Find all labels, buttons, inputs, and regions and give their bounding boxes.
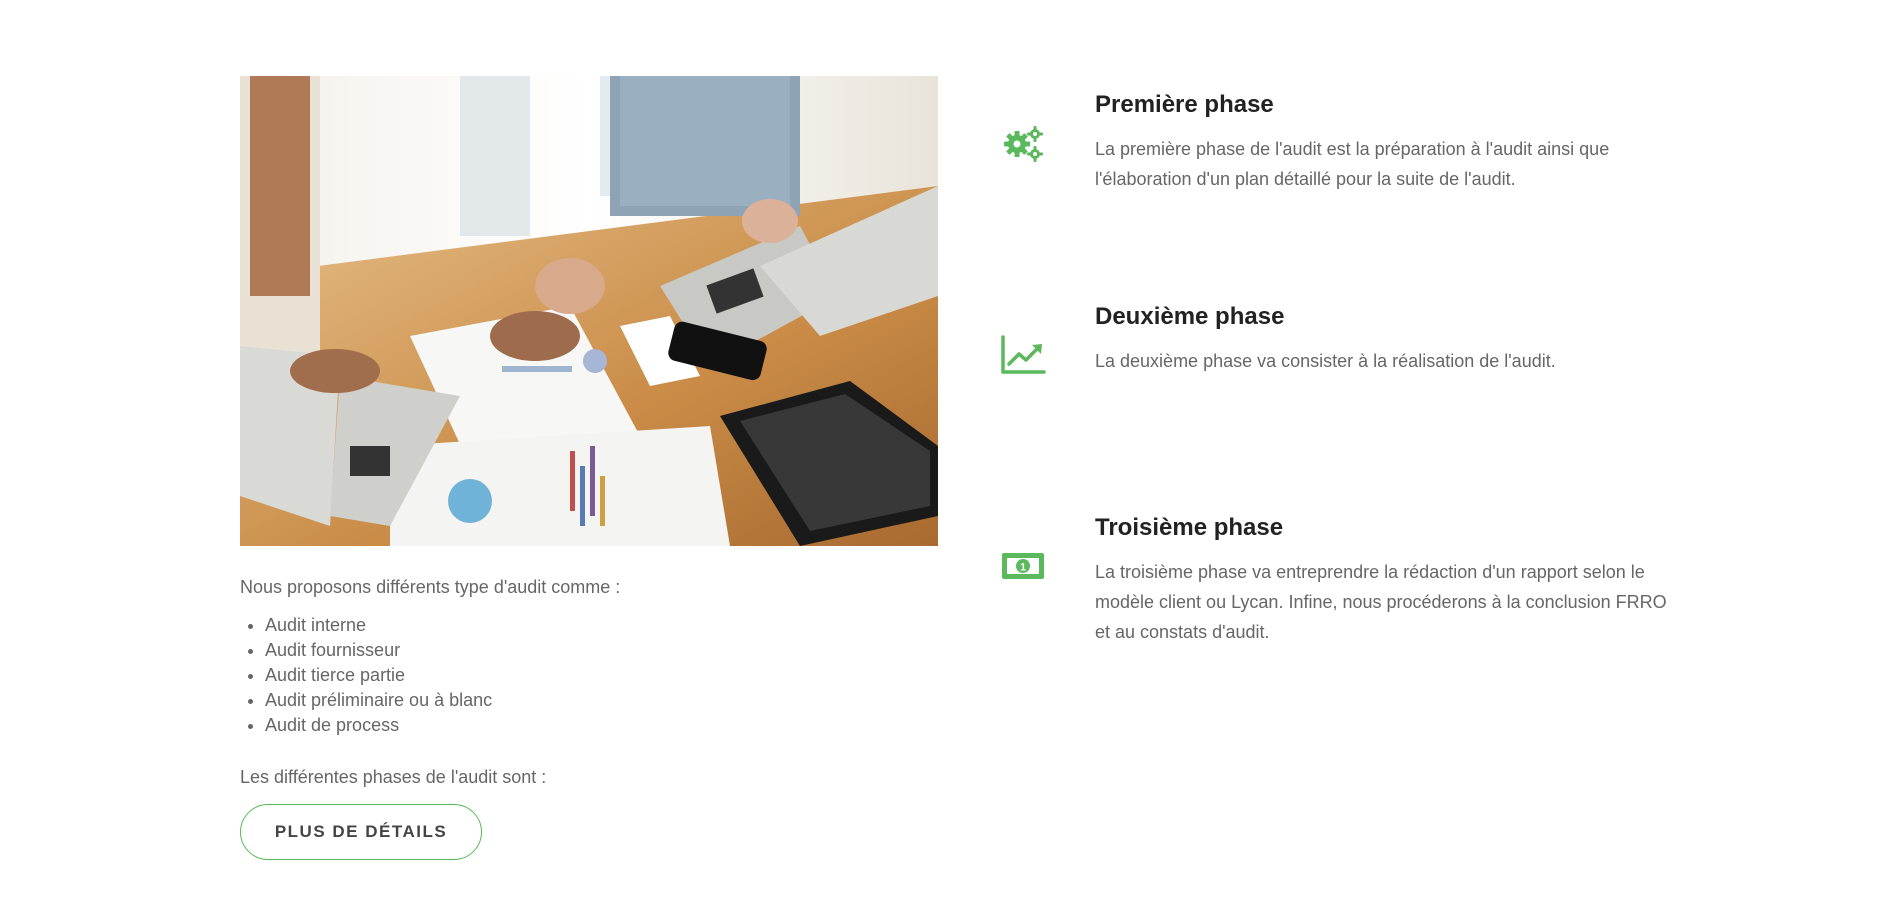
phase-3-description: La troisième phase va entreprendre la ré… [1095, 562, 1667, 642]
list-item: Audit préliminaire ou à blanc [265, 688, 492, 713]
phase-2-description: La deuxième phase va consister à la réal… [1095, 351, 1556, 371]
line-chart-icon [1001, 335, 1046, 374]
list-item: Audit de process [265, 713, 492, 738]
photo-illustration [240, 76, 938, 546]
audit-types-list: Audit interne Audit fournisseur Audit ti… [240, 613, 492, 738]
audit-types-intro: Nous proposons différents type d'audit c… [240, 577, 621, 597]
money-icon: 1 [1002, 553, 1044, 579]
team-meeting-photo [240, 76, 938, 546]
phase-1-description: La première phase de l'audit est la prép… [1095, 139, 1610, 189]
svg-text:1: 1 [1020, 562, 1026, 574]
phase-2-title: Deuxième phase [1095, 303, 1285, 330]
more-details-button[interactable]: PLUS DE DÉTAILS [240, 804, 482, 860]
phase-1-title: Première phase [1095, 91, 1274, 118]
list-item: Audit fournisseur [265, 638, 492, 663]
list-item: Audit interne [265, 613, 492, 638]
list-item: Audit tierce partie [265, 663, 492, 688]
gears-icon [1004, 126, 1043, 162]
phase-3-title: Troisième phase [1095, 514, 1284, 541]
phases-intro: Les différentes phases de l'audit sont : [240, 767, 547, 787]
